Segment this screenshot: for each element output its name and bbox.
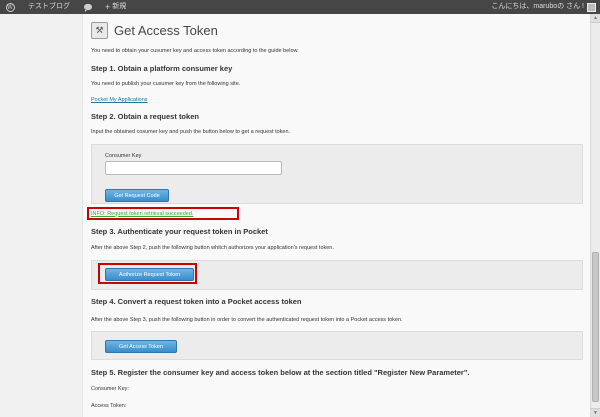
get-request-code-button[interactable]: Get Request Code [105,189,169,202]
page-header: ⚒ Get Access Token [91,22,218,39]
step3-heading: Step 3. Authenticate your request token … [91,227,268,236]
access-token-output-label: Access Token: [91,403,127,409]
comments-icon[interactable] [82,0,94,14]
tools-icon: ⚒ [91,22,108,39]
step3-text: After the above Step 2, push the followi… [91,245,334,251]
pocket-applications-link[interactable]: Pocket My Applications [91,97,148,103]
step2-heading: Step 2. Obtain a request token [91,112,199,121]
get-access-token-button[interactable]: Get Access Token [105,340,177,353]
new-content-label: 新規 [112,3,127,10]
account-menu[interactable]: こんにちは、maruboの さん ! [491,0,596,14]
step2-text: Input the obtained cosumer key and push … [91,129,291,135]
scrollbar-thumb[interactable] [592,252,599,402]
page-title: Get Access Token [114,23,218,38]
main-content: ⚒ Get Access Token You need to obtain yo… [82,14,590,417]
site-name-link[interactable]: テストブログ [28,0,70,14]
step1-heading: Step 1. Obtain a platform consumer key [91,64,233,73]
step2-panel: Consumer Key Get Request Code [91,144,583,204]
info-message-text: INFO: Request token retrieval succeeded. [91,210,194,217]
wordpress-logo-icon[interactable]: W [4,0,16,14]
greeting-text: こんにちは、maruboの さん ! [491,3,584,10]
consumer-key-input[interactable] [105,161,282,175]
step4-text: After the above Step 3, push the followi… [91,317,403,323]
scroll-up-arrow-icon[interactable]: ▲ [591,14,600,23]
admin-bar: W テストブログ + 新規 こんにちは、maruboの さん ! [0,0,600,14]
new-content-menu[interactable]: + 新規 [105,0,126,14]
consumer-key-output-label: Consumer Key: [91,386,129,392]
step5-heading: Step 5. Register the consumer key and ac… [91,368,470,377]
vertical-scrollbar[interactable]: ▲ ▼ [590,14,600,417]
plus-icon: + [105,2,111,12]
info-message: INFO: Request token retrieval succeeded. [87,207,239,220]
step4-heading: Step 4. Convert a request token into a P… [91,297,302,306]
intro-text: You need to obtain your cusumer key and … [91,48,299,54]
step4-panel: Get Access Token [91,331,583,360]
step1-text: You need to publish your cusumer key fro… [91,81,241,87]
consumer-key-label: Consumer Key [105,153,142,159]
authorize-highlight [98,263,197,284]
avatar [587,2,596,12]
scroll-down-arrow-icon[interactable]: ▼ [591,408,600,417]
